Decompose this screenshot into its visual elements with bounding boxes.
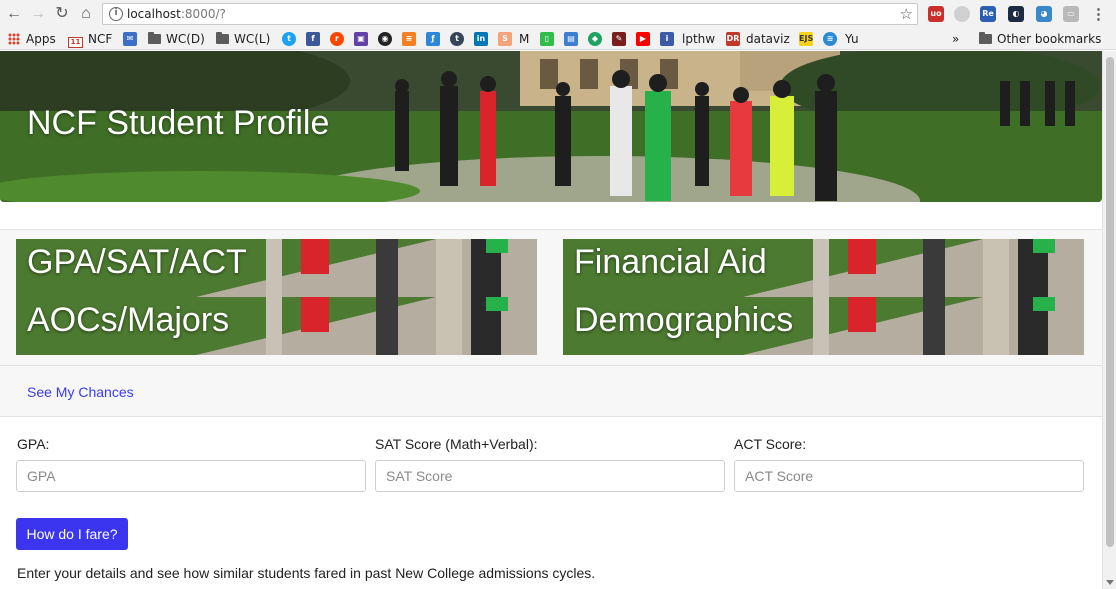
bookmark-facebook-icon[interactable]: f [306,32,320,46]
bookmark-ncf[interactable]: 11 NCF [68,31,112,48]
scroll-down-arrow-icon[interactable] [1106,580,1114,585]
browser-window: ← → ↻ ⌂ i localhost:8000/? ☆ uo Re ◐ ◕ ▭… [0,0,1116,589]
info-icon[interactable]: i [109,7,123,21]
back-icon[interactable]: ← [4,4,24,24]
see-my-chances-link[interactable]: See My Chances [27,384,134,400]
bookmark-reddit-icon[interactable]: r [330,32,344,46]
help-text: Enter your details and see how similar s… [17,565,596,581]
hero-banner: NCF Student Profile [0,51,1102,202]
browser-menu-icon[interactable]: ⋮ [1091,5,1106,23]
card-label-financial-aid[interactable]: Financial Aid [574,243,767,282]
cat-extension-icon[interactable]: ◕ [1036,6,1052,22]
url-text[interactable]: localhost:8000/? [127,7,226,21]
sat-input[interactable] [375,460,725,492]
act-input[interactable] [734,460,1084,492]
bookmark-wcd[interactable]: WC(D) [148,31,205,47]
card-academics[interactable]: GPA/SAT/ACT AOCs/Majors [16,239,537,355]
bookmark-dark-red-icon[interactable]: ✎ [612,32,626,46]
home-icon[interactable]: ⌂ [76,4,96,24]
bookmark-yu-icon: ≋ [823,32,837,46]
readcube-extension-icon[interactable]: Re [980,6,996,22]
bookmark-apps[interactable]: Apps [8,31,56,47]
card-financial[interactable]: Financial Aid Demographics [563,239,1084,355]
card-label-demographics[interactable]: Demographics [574,301,793,340]
bookmark-calendar-icon[interactable]: ▤ [564,32,578,46]
folder-icon [979,32,992,44]
bookmark-twitch-icon[interactable]: ▣ [354,32,368,46]
gmail-icon: 11 [68,37,83,48]
reload-icon[interactable]: ↻ [52,4,72,24]
bookmark-twitter-icon[interactable]: t [282,32,296,46]
forward-icon[interactable]: → [28,4,48,24]
bookmarks-overflow-chevron[interactable]: » [952,31,959,47]
extension-icon[interactable] [954,6,970,22]
dark-extension-icon[interactable]: ◐ [1008,6,1024,22]
bookmark-tumblr-icon[interactable]: t [450,32,464,46]
gpa-input[interactable] [16,460,366,492]
bookmark-other-bookmarks[interactable]: Other bookmarks [979,31,1101,47]
bookmark-green-icon[interactable]: ▯ [540,32,554,46]
bookmark-yu[interactable]: Yu [845,31,859,47]
how-do-i-fare-button[interactable]: How do I fare? [16,518,128,550]
page-scrollbar[interactable] [1102,51,1116,589]
bookmarks-bar: Apps 11 NCF ✉ WC(D) WC(L) t f r ▣ ◉ ≡ ƒ t… [0,28,1116,50]
bookmark-lpthw[interactable]: lpthw [682,31,715,47]
bookmark-dataviz[interactable]: dataviz [746,31,790,47]
bookmark-pin-icon[interactable]: ƒ [426,32,440,46]
browser-toolbar: ← → ↻ ⌂ i localhost:8000/? ☆ uo Re ◐ ◕ ▭… [0,0,1116,28]
ublock-extension-icon[interactable]: uo [928,6,944,22]
bookmark-ejs-icon[interactable]: EJS [799,32,813,46]
cast-extension-icon[interactable]: ▭ [1063,6,1079,22]
page-content: NCF Student Profile GPA/SAT/ACT AOCs/Maj… [0,51,1102,589]
scrollbar-thumb[interactable] [1106,57,1114,547]
bookmark-feedly-icon[interactable]: ◆ [588,32,602,46]
bookmark-blue-icon[interactable]: i [660,32,674,46]
bookmark-youtube-icon[interactable]: ▶ [636,32,650,46]
bookmark-linkedin-icon[interactable]: in [474,32,488,46]
bookmark-github-icon[interactable]: ◉ [378,32,392,46]
card-label-aocs-majors[interactable]: AOCs/Majors [27,301,229,340]
card-label-gpa-sat-act[interactable]: GPA/SAT/ACT [27,243,247,282]
folder-icon [148,32,161,44]
gpa-label: GPA: [17,436,50,452]
bookmark-m[interactable]: M [519,31,529,47]
bookmark-star-icon[interactable]: ☆ [900,5,913,23]
bookmark-wcl[interactable]: WC(L) [216,31,270,47]
folder-icon [216,32,229,44]
page-title: NCF Student Profile [27,104,330,142]
bookmark-dataviz-icon: DR [726,32,740,46]
sat-label: SAT Score (Math+Verbal): [375,436,538,452]
bookmark-mail-icon[interactable]: ✉ [123,32,137,46]
apps-grid-icon [8,33,20,45]
chances-nav-bar: See My Chances [0,365,1102,417]
bookmark-spiral-icon[interactable]: S [498,32,512,46]
bookmark-stackoverflow-icon[interactable]: ≡ [402,32,416,46]
act-label: ACT Score: [734,436,807,452]
address-bar[interactable]: i localhost:8000/? ☆ [102,3,918,25]
